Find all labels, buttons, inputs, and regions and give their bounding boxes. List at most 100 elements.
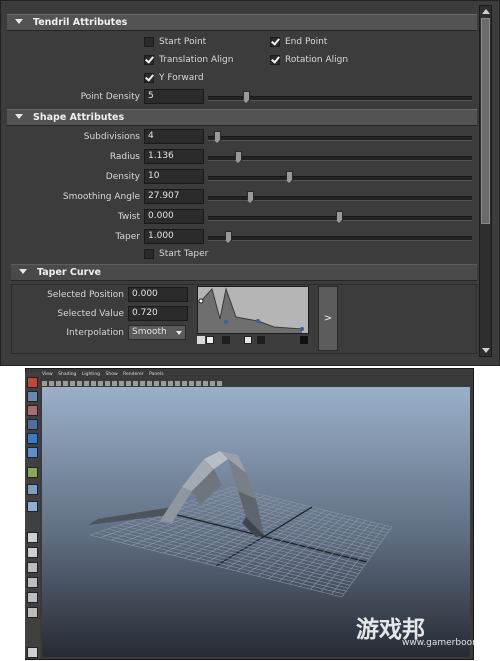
isolate-select-icon[interactable] — [168, 381, 173, 386]
radius-slider[interactable] — [208, 156, 472, 161]
menu-shading[interactable]: Shading — [58, 372, 76, 377]
taper-field[interactable]: 1.000 — [144, 229, 204, 244]
selected-value-field[interactable]: 0.720 — [128, 306, 188, 321]
camera-attr-icon[interactable] — [49, 381, 54, 386]
xray-icon[interactable] — [175, 381, 180, 386]
curve-point[interactable] — [198, 298, 204, 304]
end-point-checkbox[interactable] — [270, 37, 280, 47]
anti-aliasing-icon[interactable] — [210, 381, 215, 386]
script-editor-icon[interactable] — [27, 647, 38, 658]
scroll-down-arrow-icon[interactable] — [482, 348, 490, 353]
safe-title-icon[interactable] — [112, 381, 117, 386]
collapse-arrow-icon[interactable] — [15, 114, 23, 119]
expand-graph-button[interactable]: > — [318, 286, 338, 351]
collapse-arrow-icon[interactable] — [15, 19, 23, 24]
resolution-gate-icon[interactable] — [84, 381, 89, 386]
slider-handle[interactable] — [225, 231, 232, 243]
translation-align-checkbox[interactable] — [144, 55, 154, 65]
select-tool-icon[interactable] — [27, 377, 38, 388]
slider-handle[interactable] — [214, 131, 221, 143]
section-title: Taper Curve — [37, 267, 101, 278]
outliner-layout-icon[interactable] — [27, 577, 38, 588]
menu-lighting[interactable]: Lighting — [82, 372, 100, 377]
menu-renderer[interactable]: Renderer — [123, 372, 144, 377]
point-density-field[interactable]: 5 — [144, 89, 204, 104]
slider-handle[interactable] — [243, 91, 250, 103]
hypershade-layout-icon[interactable] — [27, 607, 38, 618]
start-taper-checkbox[interactable] — [144, 249, 154, 259]
radius-field[interactable]: 1.136 — [144, 149, 204, 164]
default-light-icon[interactable] — [147, 381, 152, 386]
shadows-icon[interactable] — [161, 381, 166, 386]
slider-handle[interactable] — [247, 191, 254, 203]
paint-select-icon[interactable] — [27, 405, 38, 416]
safe-action-icon[interactable] — [105, 381, 110, 386]
smooth-shade-icon[interactable] — [126, 381, 131, 386]
curve-point-key-icon[interactable] — [300, 336, 308, 344]
translation-align-label: Translation Align — [159, 55, 234, 65]
wireframe-icon[interactable] — [119, 381, 124, 386]
slider-handle[interactable] — [286, 171, 293, 183]
scroll-up-arrow-icon[interactable] — [482, 9, 490, 14]
all-lights-icon[interactable] — [154, 381, 159, 386]
scale-tool-icon[interactable] — [27, 447, 38, 458]
side-layout-icon[interactable] — [27, 562, 38, 573]
curve-point-key-icon[interactable] — [197, 336, 205, 344]
delete-key-icon[interactable] — [257, 336, 265, 344]
graph-layout-icon[interactable] — [27, 592, 38, 603]
field-chart-icon[interactable] — [98, 381, 103, 386]
twist-field[interactable]: 0.000 — [144, 209, 204, 224]
ambient-occlusion-icon[interactable] — [203, 381, 208, 386]
delete-key-icon[interactable] — [222, 336, 230, 344]
film-gate-icon[interactable] — [77, 381, 82, 386]
curve-point[interactable] — [300, 327, 304, 331]
curve-point[interactable] — [256, 319, 260, 323]
four-layout-icon[interactable] — [27, 547, 38, 558]
scrollbar-handle[interactable] — [481, 18, 490, 224]
gate-mask-icon[interactable] — [91, 381, 96, 386]
grid-icon[interactable] — [70, 381, 75, 386]
xray-joints-icon[interactable] — [182, 381, 187, 386]
density-slider[interactable] — [208, 176, 472, 181]
taper-slider[interactable] — [208, 236, 472, 241]
high-quality-icon[interactable] — [189, 381, 194, 386]
start-point-checkbox[interactable] — [144, 37, 154, 47]
rotate-tool-icon[interactable] — [27, 433, 38, 444]
soft-mod-icon[interactable] — [27, 484, 38, 495]
taper-curve-graph[interactable] — [197, 286, 309, 334]
menu-panels[interactable]: Panels — [149, 372, 163, 377]
manipulator-icon[interactable] — [27, 467, 38, 478]
vertical-scrollbar[interactable] — [479, 5, 492, 357]
menu-view[interactable]: View — [42, 372, 53, 377]
curve-point[interactable] — [224, 320, 228, 324]
textured-icon[interactable] — [140, 381, 145, 386]
y-forward-checkbox[interactable] — [144, 73, 154, 83]
slider-handle[interactable] — [336, 211, 343, 223]
rotation-align-checkbox[interactable] — [270, 55, 280, 65]
subdivisions-field[interactable]: 4 — [144, 129, 204, 144]
smoothing-angle-field[interactable]: 27.907 — [144, 189, 204, 204]
slider-handle[interactable] — [235, 151, 242, 163]
collapse-arrow-icon[interactable] — [19, 269, 27, 274]
image-plane-icon[interactable] — [63, 381, 68, 386]
last-tool-icon[interactable] — [27, 501, 38, 512]
wireframe-on-shaded-icon[interactable] — [133, 381, 138, 386]
tendril-attributes-header[interactable]: Tendril Attributes — [7, 14, 477, 31]
move-tool-icon[interactable] — [27, 419, 38, 430]
depth-of-field-icon[interactable] — [217, 381, 222, 386]
camera-icon[interactable] — [42, 381, 47, 386]
selected-position-field[interactable]: 0.000 — [128, 287, 188, 302]
lasso-tool-icon[interactable] — [27, 391, 38, 402]
subdivisions-slider[interactable] — [208, 136, 472, 141]
interpolation-dropdown[interactable]: Smooth — [128, 325, 186, 340]
bookmark-icon[interactable] — [56, 381, 61, 386]
delete-key-icon[interactable] — [206, 336, 214, 344]
view-key-icon[interactable] — [244, 336, 252, 344]
motion-blur-icon[interactable] — [196, 381, 201, 386]
density-field[interactable]: 10 — [144, 169, 204, 184]
taper-curve-header[interactable]: Taper Curve — [11, 264, 477, 281]
single-layout-icon[interactable] — [27, 532, 38, 543]
menu-show[interactable]: Show — [105, 372, 117, 377]
shape-attributes-header[interactable]: Shape Attributes — [7, 109, 477, 126]
end-point-label: End Point — [285, 37, 328, 47]
